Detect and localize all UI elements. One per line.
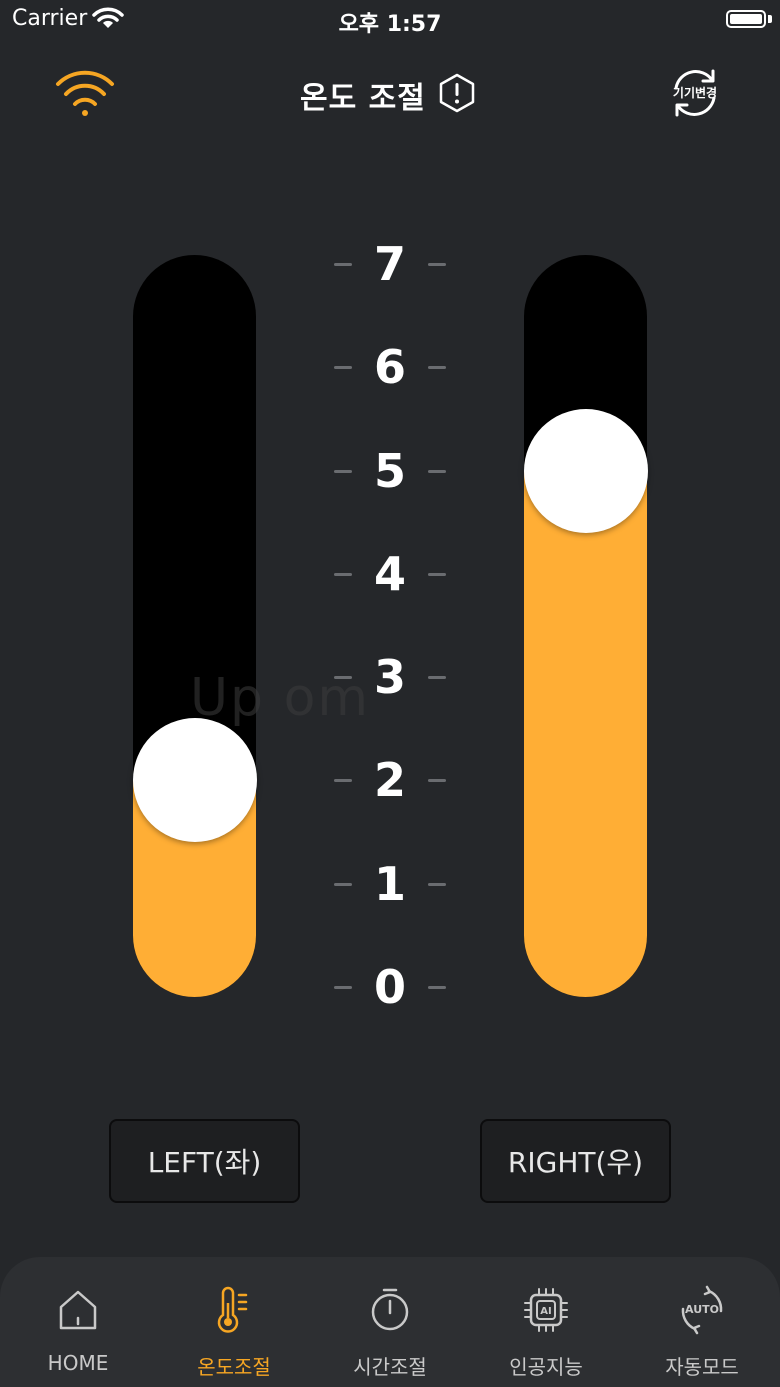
scale-tick <box>334 676 352 680</box>
clock: 오후 1:57 <box>338 12 442 37</box>
info-icon[interactable] <box>437 73 477 113</box>
thermometer-icon <box>217 1286 248 1333</box>
scale-tick <box>428 986 446 989</box>
wifi-connection-icon[interactable] <box>54 66 116 118</box>
tab-bar: HOME 온도조절 시간조절 AI 인공지능 AUTO 자동모드 <box>0 1257 780 1387</box>
tab-label: 인공지능 <box>509 1355 583 1379</box>
right-button[interactable]: RIGHT(우) <box>480 1119 671 1203</box>
svg-text:AUTO: AUTO <box>685 1303 719 1316</box>
scale-label-2: 2 <box>373 753 406 808</box>
device-change-button[interactable]: 기기변경 <box>668 66 722 120</box>
scale-tick <box>334 779 352 783</box>
tab-ai[interactable]: AI 인공지능 <box>468 1257 624 1387</box>
scale-label-3: 3 <box>373 650 406 705</box>
scale-tick <box>428 572 446 576</box>
scale-tick <box>428 882 446 886</box>
scale-tick <box>334 262 352 266</box>
svg-text:AI: AI <box>540 1306 551 1317</box>
auto-mode-icon: AUTO <box>681 1285 723 1335</box>
scale-label-6: 6 <box>373 340 406 395</box>
battery-icon <box>726 10 766 28</box>
home-icon <box>59 1290 97 1330</box>
tab-auto-mode[interactable]: AUTO 자동모드 <box>624 1257 780 1387</box>
left-temperature-slider[interactable] <box>133 255 256 997</box>
scale-tick <box>334 882 352 886</box>
right-slider-knob[interactable] <box>523 408 648 533</box>
tab-time[interactable]: 시간조절 <box>312 1257 468 1387</box>
scale-tick <box>428 779 446 783</box>
page-title: 온도 조절 <box>300 81 426 116</box>
right-slider-fill <box>524 470 647 997</box>
scale-tick <box>428 469 446 473</box>
scale-tick <box>334 986 352 989</box>
left-slider-knob[interactable] <box>132 718 257 843</box>
right-temperature-slider[interactable] <box>524 255 647 997</box>
scale-tick <box>428 676 446 680</box>
header: 온도 조절 기기변경 <box>0 60 780 130</box>
tab-label: 자동모드 <box>665 1355 739 1379</box>
scale-tick <box>334 469 352 473</box>
scale-label-7: 7 <box>373 236 406 291</box>
scale-tick <box>334 366 352 370</box>
stopwatch-icon <box>371 1288 409 1331</box>
tab-home[interactable]: HOME <box>0 1257 156 1387</box>
scale-label-0: 0 <box>373 960 406 1014</box>
tab-label: 온도조절 <box>197 1355 271 1379</box>
status-bar: Carrier 오후 1:57 <box>0 0 780 40</box>
scale-label-4: 4 <box>373 546 406 601</box>
device-change-label: 기기변경 <box>672 86 718 100</box>
tab-label: HOME <box>47 1351 109 1375</box>
scale-tick <box>428 262 446 266</box>
tab-temperature[interactable]: 온도조절 <box>156 1257 312 1387</box>
battery-tip <box>768 15 772 23</box>
scale-tick <box>428 366 446 370</box>
scale-tick <box>334 572 352 576</box>
left-button[interactable]: LEFT(좌) <box>109 1119 300 1203</box>
scale-label-1: 1 <box>373 856 406 911</box>
tab-label: 시간조절 <box>353 1355 427 1379</box>
scale-label-5: 5 <box>373 443 406 498</box>
ai-chip-icon: AI <box>524 1288 568 1332</box>
